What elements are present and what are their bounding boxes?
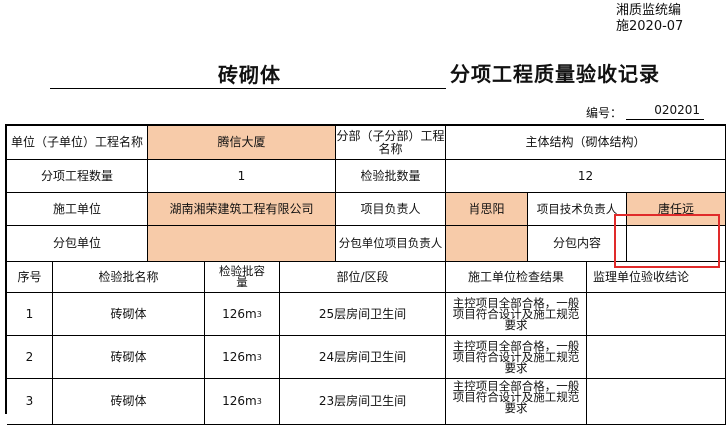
row-seq: 3	[7, 379, 53, 425]
row-batch-name[interactable]: 砖砌体	[53, 293, 205, 336]
item-count-label: 分项工程数量	[7, 160, 148, 193]
capacity-value: 126m	[222, 394, 257, 408]
header-capacity: 检验批容量	[205, 262, 280, 293]
number-value: 020201	[626, 103, 704, 120]
item-count-value[interactable]: 1	[148, 160, 336, 193]
contractor-value[interactable]: 湖南湘荣建筑工程有限公司	[148, 193, 336, 226]
row-batch-name[interactable]: 砖砌体	[53, 336, 205, 379]
row-location[interactable]: 23层房间卫生间	[280, 379, 446, 425]
capacity-value: 126m	[222, 306, 257, 321]
row-contractor-result[interactable]: 主控项目全部合格，一般项目符合设计及施工规范要求	[446, 293, 587, 336]
row-contractor-result[interactable]: 主控项目全部合格，一般项目符合设计及施工规范要求	[446, 379, 587, 425]
row-capacity[interactable]: 126m 3	[205, 293, 280, 336]
subdivision-label: 分部（子分部）工程名称	[336, 126, 446, 160]
subdivision-value[interactable]: 主体结构（砌体结构）	[446, 126, 726, 160]
project-manager-label: 项目负责人	[336, 193, 446, 226]
row-capacity[interactable]: 126m 3	[205, 379, 280, 425]
capacity-unit-sup: 3	[256, 352, 262, 362]
row-supervisor-result[interactable]	[587, 336, 726, 379]
capacity-value: 126m	[222, 349, 257, 364]
row-supervisor-result[interactable]	[587, 379, 726, 425]
capacity-unit-sup: 3	[256, 397, 262, 406]
sub-pm-label: 分包单位项目负责人	[336, 226, 446, 262]
tech-lead-label: 项目技术负责人	[528, 193, 627, 226]
batch-count-value[interactable]: 12	[446, 160, 726, 193]
selection-highlight	[614, 214, 720, 268]
capacity-unit-sup: 3	[256, 309, 262, 319]
unit-label: 单位（子单位）工程名称	[7, 126, 148, 160]
row-supervisor-result[interactable]	[587, 293, 726, 336]
subcontractor-value[interactable]	[148, 226, 336, 262]
form-code: 湘质监统编 施2020-07	[608, 0, 698, 38]
sub-pm-value[interactable]	[446, 226, 528, 262]
header-location: 部位/区段	[280, 262, 446, 293]
row-location[interactable]: 24层房间卫生间	[280, 336, 446, 379]
header-seq: 序号	[7, 262, 53, 293]
row-location[interactable]: 25层房间卫生间	[280, 293, 446, 336]
row-seq: 1	[7, 293, 53, 336]
row-capacity[interactable]: 126m 3	[205, 336, 280, 379]
project-manager-value[interactable]: 肖思阳	[446, 193, 528, 226]
row-batch-name[interactable]: 砖砌体	[53, 379, 205, 425]
title-left-underline: 砖砌体	[50, 58, 446, 89]
row-seq: 2	[7, 336, 53, 379]
header-contractor-result: 施工单位检查结果	[446, 262, 587, 293]
header-batch-name: 检验批名称	[53, 262, 205, 293]
subcontractor-label: 分包单位	[7, 226, 148, 262]
number-label: 编号：	[586, 106, 623, 120]
contractor-label: 施工单位	[7, 193, 148, 226]
title-left: 砖砌体	[218, 63, 281, 87]
batch-count-label: 检验批数量	[336, 160, 446, 193]
title-right: 分项工程质量验收记录	[450, 62, 660, 86]
form-code-line2: 施2020-07	[616, 19, 684, 34]
form-code-line1: 湘质监统编	[616, 3, 682, 18]
row-contractor-result[interactable]: 主控项目全部合格，一般项目符合设计及施工规范要求	[446, 336, 587, 379]
sub-content-label: 分包内容	[528, 226, 627, 262]
unit-value[interactable]: 腾信大厦	[148, 126, 336, 160]
